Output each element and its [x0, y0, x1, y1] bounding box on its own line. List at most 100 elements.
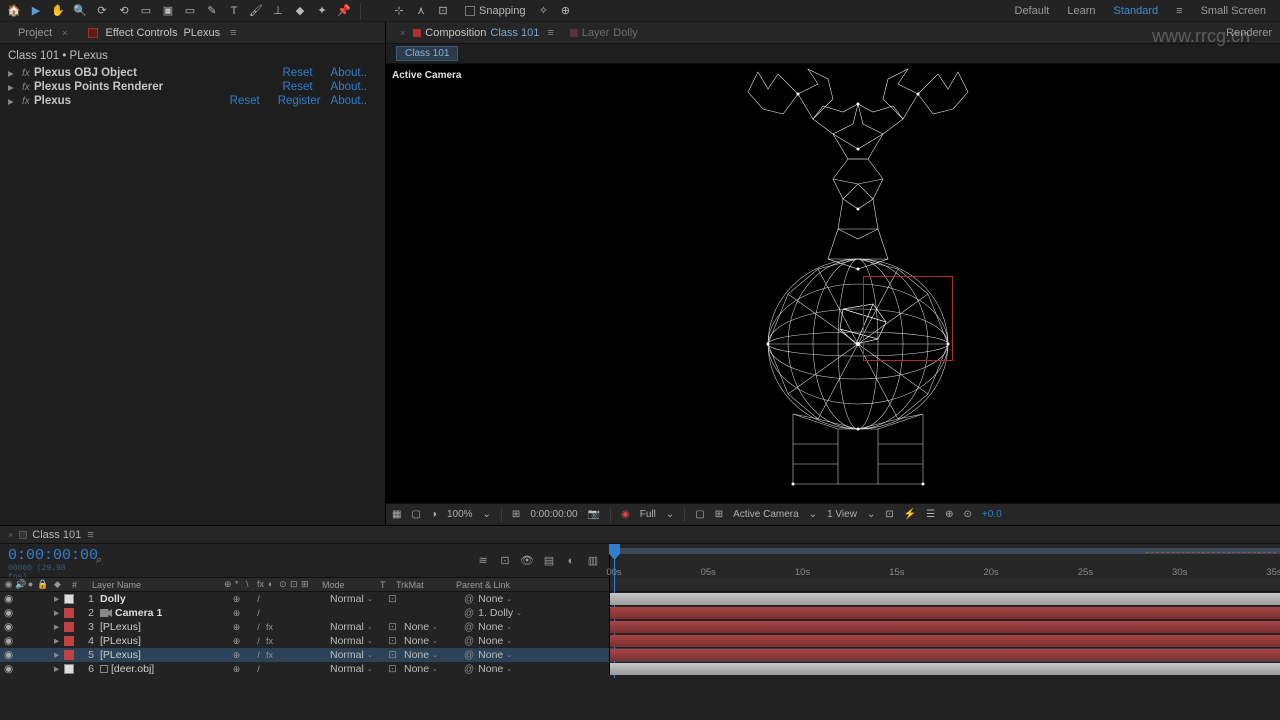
effect-row[interactable]: ▸ fx Plexus Points Renderer ResetAbout.. [8, 80, 377, 94]
twirl-icon[interactable]: ▸ [54, 621, 64, 633]
draft3d-icon[interactable]: ⊡ [497, 553, 513, 569]
blend-mode-dropdown[interactable]: Normal⌄ [330, 621, 373, 633]
pan-behind-tool-icon[interactable]: ▣ [158, 1, 178, 21]
visibility-toggle[interactable]: ◉ [4, 621, 13, 633]
layer-name[interactable]: [deer.obj] [96, 663, 232, 675]
shy-icon[interactable]: 👁 [519, 553, 535, 569]
grid-icon[interactable]: ⊞ [715, 509, 723, 520]
timeline-icon[interactable]: ☰ [926, 509, 935, 520]
time-ruler[interactable]: 00s05s10s15s20s25s30s35s [610, 544, 1280, 578]
mag-chevron-down-icon[interactable]: ⌄ [483, 509, 491, 520]
layer-row[interactable]: ◉ ▸ 6 [deer.obj] ⊕/ Normal⌄ ⊡ None⌄ @Non… [0, 662, 1280, 676]
blend-mode-dropdown[interactable]: Normal⌄ [330, 663, 373, 675]
snap-edge-icon[interactable]: ✧ [534, 1, 554, 21]
tab-close-icon[interactable]: × [62, 28, 67, 38]
exposure-value[interactable]: +0.0 [982, 509, 1002, 520]
eraser-tool-icon[interactable]: ◆ [290, 1, 310, 21]
layer-row[interactable]: ◉ ▸ 3 [PLexus] ⊕/fx Normal⌄ ⊡ None⌄ @Non… [0, 620, 1280, 634]
label-swatch[interactable] [64, 664, 74, 674]
visibility-toggle[interactable]: ◉ [4, 663, 13, 675]
orbit-tool-icon[interactable]: ⟳ [92, 1, 112, 21]
parent-dropdown[interactable]: None⌄ [478, 593, 512, 605]
parent-dropdown[interactable]: None⌄ [478, 635, 512, 647]
pickwhip-icon[interactable]: @ [464, 650, 474, 661]
view-layout[interactable]: 1 View [827, 509, 857, 520]
preserve-transparency-icon[interactable]: ⊡ [388, 663, 397, 675]
pickwhip-icon[interactable]: @ [464, 622, 474, 633]
resolution-icon[interactable]: ⊞ [512, 509, 520, 520]
tab-layer[interactable]: Layer Dolly [562, 27, 646, 39]
pickwhip-icon[interactable]: @ [464, 664, 474, 675]
tab-project[interactable]: Project × [8, 27, 78, 39]
resolution[interactable]: Full [640, 509, 656, 520]
res-chevron-down-icon[interactable]: ⌄ [666, 509, 674, 520]
layer-name[interactable]: Camera 1 [96, 607, 232, 619]
shape-tool-icon[interactable]: ▭ [180, 1, 200, 21]
twirl-icon[interactable]: ▸ [54, 663, 64, 675]
preserve-transparency-icon[interactable]: ⊡ [388, 649, 397, 661]
label-swatch[interactable] [64, 636, 74, 646]
comp-mini-flow-icon[interactable]: ≋ [475, 553, 491, 569]
label-swatch[interactable] [64, 608, 74, 618]
selection-tool-icon[interactable]: ▶ [26, 1, 46, 21]
magnification[interactable]: 100% [447, 509, 473, 520]
snapping-toggle[interactable]: Snapping [465, 5, 526, 17]
twirl-icon[interactable]: ▸ [54, 607, 64, 619]
snap-collapse-icon[interactable]: ⊕ [556, 1, 576, 21]
twirl-icon[interactable]: ▸ [8, 66, 22, 80]
layer-bar[interactable] [610, 607, 1280, 619]
layer-row[interactable]: ◉ ▸ 1 Dolly ⊕/ Normal⌄ ⊡ @None⌄ [0, 592, 1280, 606]
zoom-tool-icon[interactable]: 🔍 [70, 1, 90, 21]
fast-preview-icon[interactable]: ⚡ [904, 509, 916, 520]
pickwhip-icon[interactable]: @ [464, 594, 474, 605]
effect-link[interactable]: About.. [331, 81, 367, 93]
twirl-icon[interactable]: ▸ [54, 593, 64, 605]
parent-dropdown[interactable]: None⌄ [478, 621, 512, 633]
layer-bar[interactable] [610, 593, 1280, 605]
visibility-toggle[interactable]: ◉ [4, 635, 13, 647]
comp-flow-icon[interactable]: ⊕ [945, 509, 953, 520]
pickwhip-icon[interactable]: @ [464, 636, 474, 647]
layer-name[interactable]: [PLexus] [96, 621, 232, 633]
toggle-mask-icon[interactable]: ◑ [431, 509, 437, 520]
effect-link[interactable]: About.. [331, 95, 367, 107]
layer-switches[interactable]: ⊕/fx [232, 636, 330, 647]
axis-local-icon[interactable]: ⊹ [389, 1, 409, 21]
timeline-search[interactable]: ⌕ [88, 544, 102, 577]
effect-link[interactable]: Register [278, 95, 321, 107]
puppet-tool-icon[interactable]: 📌 [334, 1, 354, 21]
effect-row[interactable]: ▸ fx Plexus ResetRegisterAbout.. [8, 94, 377, 108]
hand-tool-icon[interactable]: ✋ [48, 1, 68, 21]
cam-chevron-down-icon[interactable]: ⌄ [809, 509, 817, 520]
twirl-icon[interactable]: ▸ [8, 94, 22, 108]
workspace-learn[interactable]: Learn [1067, 5, 1095, 17]
render-queue-link[interactable]: Renderer [1226, 27, 1280, 39]
frame-blend-icon[interactable]: ▤ [541, 553, 557, 569]
effect-link[interactable]: Reset [230, 95, 260, 107]
layer-switches[interactable]: ⊕/fx [232, 650, 330, 661]
preview-time[interactable]: 0:00:00:00 [530, 509, 577, 520]
graph-editor-icon[interactable]: ▥ [585, 553, 601, 569]
pickwhip-icon[interactable]: @ [464, 608, 474, 619]
tab-close-icon[interactable]: × [400, 28, 405, 38]
reset-exposure-icon[interactable]: ⊙ [964, 509, 972, 520]
blend-mode-dropdown[interactable]: Normal⌄ [330, 635, 373, 647]
trkmat-dropdown[interactable]: None⌄ [404, 621, 464, 633]
workspace-menu-icon[interactable]: ≡ [1176, 5, 1182, 17]
composition-viewer[interactable]: Active Camera [386, 64, 1280, 503]
tab-effect-controls[interactable]: Effect Controls PLexus ≡ [78, 27, 247, 39]
camera-dropdown[interactable]: Active Camera [733, 509, 799, 520]
clone-tool-icon[interactable]: ⊥ [268, 1, 288, 21]
preserve-transparency-icon[interactable]: ⊡ [388, 635, 397, 647]
panel-menu-icon[interactable]: ≡ [230, 27, 236, 39]
label-swatch[interactable] [64, 622, 74, 632]
effect-link[interactable]: Reset [283, 81, 313, 93]
tab-close-icon[interactable]: × [8, 530, 13, 540]
preserve-transparency-icon[interactable]: ⊡ [388, 621, 397, 633]
timeline-tab-label[interactable]: Class 101 [32, 529, 81, 541]
workspace-standard[interactable]: Standard [1114, 5, 1159, 17]
channel-icon[interactable]: ◉ [621, 509, 630, 520]
rotate-tool-icon[interactable]: ⟲ [114, 1, 134, 21]
toggle-alpha-icon[interactable]: ▦ [392, 509, 401, 520]
layer-row[interactable]: ◉ ▸ 2 Camera 1 ⊕/ @1. Dolly⌄ [0, 606, 1280, 620]
